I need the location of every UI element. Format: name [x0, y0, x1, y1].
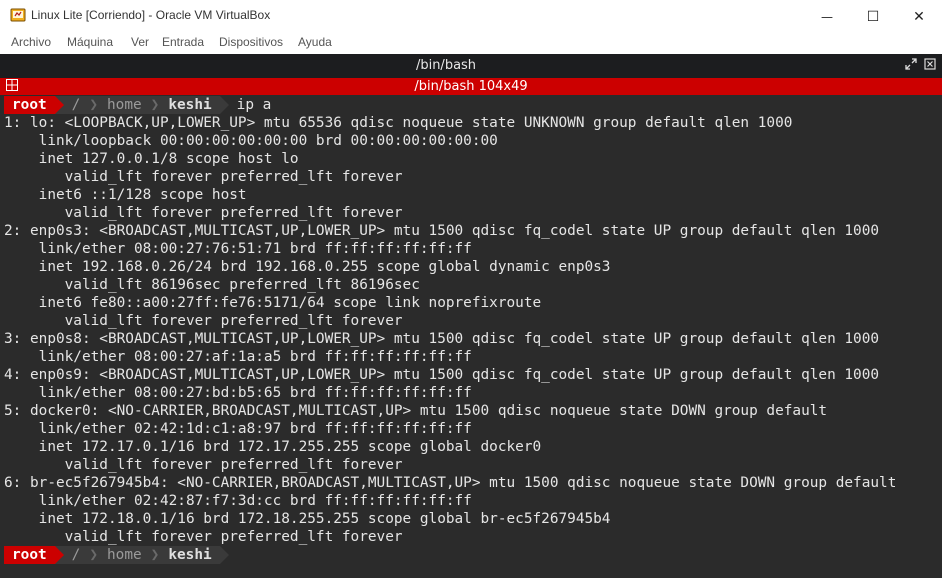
menu-maquina[interactable]: Máquina: [67, 35, 113, 49]
output-line: 2: enp0s3: <BROADCAST,MULTICAST,UP,LOWER…: [4, 223, 880, 239]
prompt-dir-home: home: [99, 546, 150, 564]
window-title-bar[interactable]: Linux Lite [Corriendo] - Oracle VM Virtu…: [0, 0, 942, 31]
terminal-tab-label: /bin/bash 104x49: [414, 79, 528, 94]
window-title: Linux Lite [Corriendo] - Oracle VM Virtu…: [31, 8, 271, 22]
minimize-icon: —: [821, 10, 833, 24]
prompt-arrow-icon: [54, 96, 64, 114]
prompt-user: root: [4, 96, 55, 114]
prompt-divider-icon: ❯: [149, 546, 161, 564]
prompt-dir-current: keshi: [160, 546, 220, 564]
minimize-button[interactable]: —: [804, 0, 850, 31]
output-line: 5: docker0: <NO-CARRIER,BROADCAST,MULTIC…: [4, 403, 828, 419]
menu-dispositivos[interactable]: Dispositivos: [219, 35, 283, 49]
output-line: inet 192.168.0.26/24 brd 192.168.0.255 s…: [4, 259, 611, 275]
close-button[interactable]: ✕: [896, 0, 942, 31]
output-line: inet6 fe80::a00:27ff:fe76:5171/64 scope …: [4, 295, 542, 311]
output-line: link/ether 02:42:1d:c1:a8:97 brd ff:ff:f…: [4, 421, 472, 437]
output-line: link/ether 02:42:87:f7:3d:cc brd ff:ff:f…: [4, 493, 472, 509]
output-line: inet 172.18.0.1/16 brd 172.18.255.255 sc…: [4, 511, 611, 527]
output-line: 4: enp0s9: <BROADCAST,MULTICAST,UP,LOWER…: [4, 367, 880, 383]
prompt-root-dir: /: [63, 96, 89, 114]
prompt-divider-icon: ❯: [149, 96, 161, 114]
output-line: valid_lft forever preferred_lft forever: [4, 313, 403, 329]
prompt-user: root: [4, 546, 55, 564]
output-line: valid_lft 86196sec preferred_lft 86196se…: [4, 277, 420, 293]
output-line: 1: lo: <LOOPBACK,UP,LOWER_UP> mtu 65536 …: [4, 115, 793, 131]
prompt-end-arrow-icon: [219, 546, 229, 564]
maximize-icon: ☐: [866, 9, 880, 25]
output-line: 3: enp0s8: <BROADCAST,MULTICAST,UP,LOWER…: [4, 331, 880, 347]
maximize-button[interactable]: ☐: [850, 0, 896, 31]
output-line: link/ether 08:00:27:bd:b5:65 brd ff:ff:f…: [4, 385, 472, 401]
terminal-header-bar: /bin/bash: [0, 54, 942, 78]
output-line: 6: br-ec5f267945b4: <NO-CARRIER,BROADCAS…: [4, 475, 897, 491]
prompt-line: root / ❯ home ❯ keshi: [4, 546, 940, 564]
prompt-end-arrow-icon: [219, 96, 229, 114]
menu-entrada[interactable]: Entrada: [162, 35, 204, 49]
prompt-line: root / ❯ home ❯ keshi ip a: [4, 96, 940, 114]
output-line: link/ether 08:00:27:76:51:71 brd ff:ff:f…: [4, 241, 472, 257]
output-line: valid_lft forever preferred_lft forever: [4, 529, 403, 545]
prompt-root-dir: /: [63, 546, 89, 564]
menu-archivo[interactable]: Archivo: [11, 35, 51, 49]
terminal-tab-bar[interactable]: /bin/bash 104x49: [0, 78, 942, 95]
output-line: inet 127.0.0.1/8 scope host lo: [4, 151, 299, 167]
output-line: link/ether 08:00:27:af:1a:a5 brd ff:ff:f…: [4, 349, 472, 365]
menu-ayuda[interactable]: Ayuda: [298, 35, 332, 49]
restore-terminal-icon[interactable]: [905, 58, 917, 73]
output-line: inet6 ::1/128 scope host: [4, 187, 247, 203]
output-line: valid_lft forever preferred_lft forever: [4, 169, 403, 185]
menu-bar: Archivo Máquina Ver Entrada Dispositivos…: [0, 31, 942, 53]
output-line: valid_lft forever preferred_lft forever: [4, 457, 403, 473]
prompt-dir-current: keshi: [160, 96, 220, 114]
prompt-divider-icon: ❯: [88, 546, 99, 564]
terminal-screen: root / ❯ home ❯ keshi ip a 1: lo: <LOOPB…: [4, 96, 940, 564]
prompt-divider-icon: ❯: [88, 96, 99, 114]
terminal-title: /bin/bash: [415, 58, 477, 73]
close-icon: ✕: [913, 9, 925, 25]
menu-ver[interactable]: Ver: [131, 35, 149, 49]
prompt-dir-home: home: [99, 96, 150, 114]
close-terminal-icon[interactable]: [924, 58, 936, 73]
prompt-arrow-icon: [54, 546, 64, 564]
typed-command: ip a: [236, 97, 272, 113]
terminal-output-area[interactable]: root / ❯ home ❯ keshi ip a 1: lo: <LOOPB…: [0, 95, 942, 578]
output-line: valid_lft forever preferred_lft forever: [4, 205, 403, 221]
virtualbox-app-icon[interactable]: [10, 7, 26, 23]
output-line: inet 172.17.0.1/16 brd 172.17.255.255 sc…: [4, 439, 542, 455]
output-line: link/loopback 00:00:00:00:00:00 brd 00:0…: [4, 133, 498, 149]
